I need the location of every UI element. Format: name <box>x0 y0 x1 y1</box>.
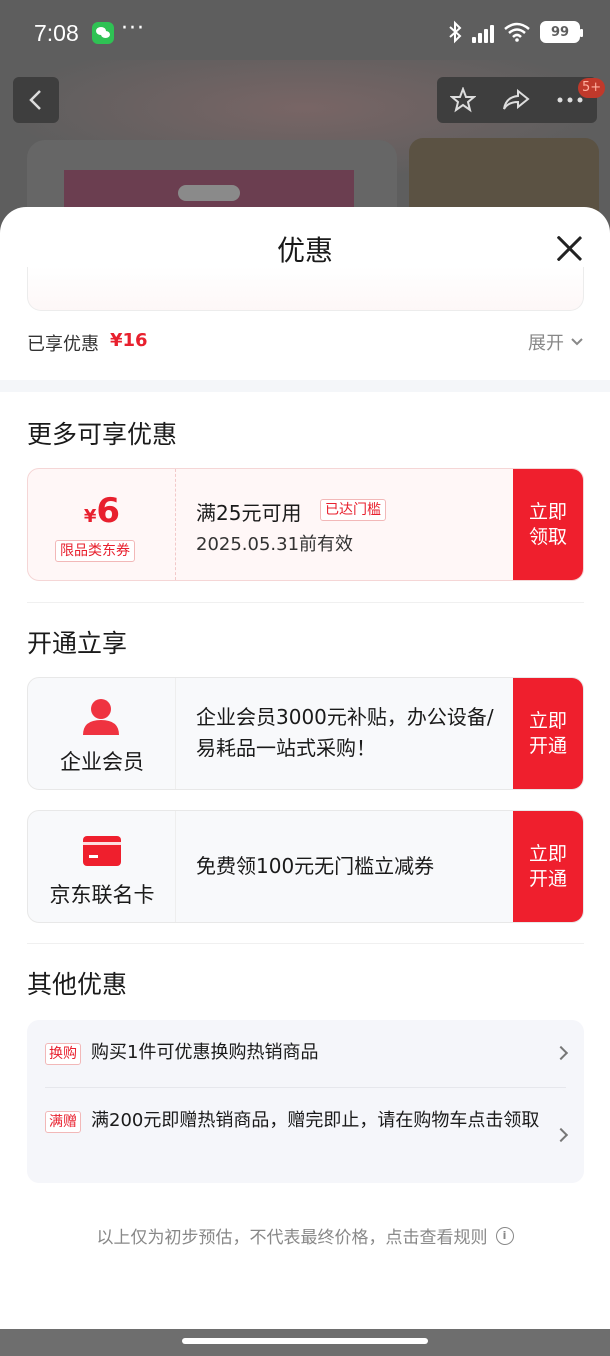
info-icon: i <box>495 1226 514 1245</box>
more-offers-title: 更多可享优惠 <box>27 420 178 449</box>
signal-icon <box>472 21 494 43</box>
section-separator <box>0 380 610 392</box>
share-icon[interactable] <box>502 88 530 112</box>
credit-card-icon <box>83 836 121 866</box>
enjoyed-amount: ¥16 <box>110 330 148 351</box>
star-icon[interactable] <box>450 87 476 113</box>
other-offers-list: 换购 购买1件可优惠换购热销商品 满赠 满200元即赠热销商品，赠完即止，请在购… <box>27 1020 584 1183</box>
open-enterprise-member-label: 立即开通 <box>528 709 567 757</box>
coupon-value-area: ¥6 限品类东券 <box>28 469 176 580</box>
claim-coupon-button[interactable]: 立即领取 <box>513 469 583 580</box>
other-offers-title: 其他优惠 <box>27 970 128 999</box>
coupon-card: ¥6 限品类东券 满25元可用 已达门槛 2025.05.31前有效 立即领取 <box>27 468 584 581</box>
applied-offers-card <box>27 267 584 311</box>
list-item-trade-up[interactable]: 换购 购买1件可优惠换购热销商品 <box>45 1039 569 1067</box>
rules-footnote[interactable]: 以上仅为初步预估，不代表最终价格，点击查看规则 i <box>0 1223 610 1248</box>
trade-up-text: 购买1件可优惠换购热销商品 <box>91 1042 319 1063</box>
coupon-validity: 2025.05.31前有效 <box>196 534 354 555</box>
close-icon[interactable] <box>556 235 582 261</box>
sheet-title: 优惠 <box>276 234 333 267</box>
status-icons: 99 <box>448 20 583 44</box>
message-badge: 5+ <box>578 78 606 98</box>
back-button[interactable] <box>13 77 59 123</box>
co-brand-card-name: 京东联名卡 <box>49 883 155 907</box>
expand-button[interactable]: 展开 <box>528 329 584 355</box>
header-toolbar <box>437 77 597 123</box>
list-separator <box>45 1087 566 1088</box>
wifi-icon <box>504 22 530 42</box>
threshold-reached-badge: 已达门槛 <box>320 499 386 521</box>
trade-up-tag: 换购 <box>45 1043 81 1065</box>
claim-coupon-label: 立即领取 <box>528 500 567 548</box>
co-brand-card-description: 免费领100元无门槛立减券 <box>196 854 435 878</box>
chevron-right-icon <box>553 1045 569 1061</box>
bluetooth-icon <box>449 20 462 44</box>
chevron-left-icon <box>29 90 41 110</box>
open-enterprise-member-button[interactable]: 立即开通 <box>513 678 583 789</box>
open-co-brand-card-button[interactable]: 立即开通 <box>513 811 583 922</box>
open-co-brand-card-label: 立即开通 <box>528 842 567 890</box>
expand-label: 展开 <box>528 333 564 354</box>
gift-tag: 满赠 <box>45 1111 81 1133</box>
enterprise-member-name: 企业会员 <box>60 750 144 774</box>
person-icon <box>83 699 119 735</box>
open-now-title: 开通立享 <box>27 629 128 658</box>
product-image-handle <box>178 185 240 201</box>
wechat-icon <box>92 22 114 44</box>
enjoyed-label: 已享优惠 <box>27 334 99 355</box>
coupon-condition: 满25元可用 <box>196 501 302 525</box>
gift-text: 满200元即赠热销商品，赠完即止，请在购物车点击领取 <box>91 1110 540 1131</box>
enterprise-member-card: 企业会员 企业会员3000元补贴，办公设备/易耗品一站式采购！ 立即开通 <box>27 677 584 790</box>
battery-icon: 99 <box>540 21 583 43</box>
more-icon[interactable] <box>556 96 584 104</box>
coupon-currency: ¥ <box>83 506 97 527</box>
status-bar: 7:08 ··· 99 <box>0 0 610 66</box>
status-time: 7:08 <box>34 20 79 46</box>
coupon-value: 6 <box>96 491 121 531</box>
coupon-type-badge: 限品类东券 <box>55 540 135 562</box>
chevron-down-icon <box>571 338 583 346</box>
footnote-text: 以上仅为初步预估，不代表最终价格，点击查看规则 <box>96 1228 488 1248</box>
divider <box>27 943 584 944</box>
co-brand-card-brand: 京东联名卡 <box>28 811 176 922</box>
coupon-amount: ¥6 <box>28 491 176 531</box>
enterprise-member-brand: 企业会员 <box>28 678 176 789</box>
divider <box>27 602 584 603</box>
chevron-right-icon <box>553 1127 569 1143</box>
enterprise-member-description: 企业会员3000元补贴，办公设备/易耗品一站式采购！ <box>196 705 494 760</box>
list-item-gift[interactable]: 满赠 满200元即赠热销商品，赠完即止，请在购物车点击领取 <box>45 1107 569 1143</box>
offers-sheet: 优惠 已享优惠 ¥16 展开 更多可享优惠 ¥6 限品类东券 满25元可用 已达… <box>0 207 610 1329</box>
home-indicator[interactable] <box>182 1338 428 1344</box>
co-brand-card-card: 京东联名卡 免费领100元无门槛立减券 立即开通 <box>27 810 584 923</box>
status-more-icon: ··· <box>121 16 145 41</box>
